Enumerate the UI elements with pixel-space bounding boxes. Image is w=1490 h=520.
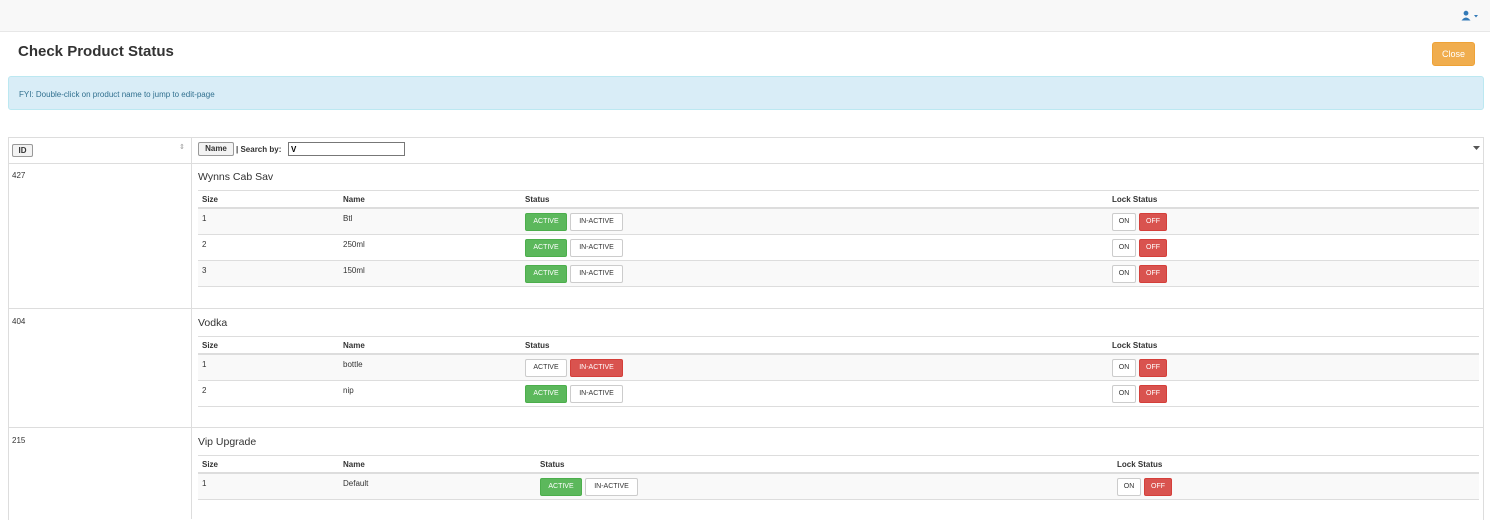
table-row: 2 nip ACTIVE IN-ACTIVE ON OFF xyxy=(198,381,1479,407)
product-id: 404 xyxy=(12,317,26,326)
active-button[interactable]: ACTIVE xyxy=(540,478,582,496)
active-button[interactable]: ACTIVE xyxy=(525,239,567,257)
size-value: 2 xyxy=(202,240,207,249)
size-name: Btl xyxy=(343,214,353,223)
size-name: 250ml xyxy=(343,240,365,249)
header-name: Name xyxy=(343,460,365,469)
product-id: 215 xyxy=(12,436,26,445)
header-status: Status xyxy=(540,460,565,469)
column-divider xyxy=(191,138,192,519)
inactive-button[interactable]: IN-ACTIVE xyxy=(585,478,638,496)
user-menu[interactable] xyxy=(1460,10,1484,22)
size-value: 1 xyxy=(202,360,207,369)
id-sort-button[interactable]: ID xyxy=(12,144,33,157)
size-subtable: Size Name Status Lock Status 1 Default A… xyxy=(198,455,1479,500)
subtable-header: Size Name Status Lock Status xyxy=(198,190,1479,209)
search-label: | Search by: xyxy=(236,145,282,154)
size-value: 2 xyxy=(202,386,207,395)
lock-on-button[interactable]: ON xyxy=(1117,478,1141,496)
header-size: Size xyxy=(202,195,219,204)
table-row: 2 250ml ACTIVE IN-ACTIVE ON OFF xyxy=(198,235,1479,261)
lock-on-button[interactable]: ON xyxy=(1112,265,1136,283)
inactive-button[interactable]: IN-ACTIVE xyxy=(570,239,623,257)
name-sort-button[interactable]: Name xyxy=(198,142,234,156)
subtable-header: Size Name Status Lock Status xyxy=(198,336,1479,355)
close-button[interactable]: Close xyxy=(1432,42,1475,66)
product-name[interactable]: Vip Upgrade xyxy=(198,436,256,448)
table-row: 1 Btl ACTIVE IN-ACTIVE ON OFF xyxy=(198,209,1479,235)
product-name[interactable]: Vodka xyxy=(198,317,227,329)
active-button[interactable]: ACTIVE xyxy=(525,385,567,403)
table-header-row: ID ⇕ Name | Search by: xyxy=(9,138,1483,164)
size-name: bottle xyxy=(343,360,363,369)
header-lock-status: Lock Status xyxy=(1112,341,1158,350)
subtable-header: Size Name Status Lock Status xyxy=(198,455,1479,474)
sort-icon[interactable]: ⇕ xyxy=(179,143,185,151)
row-divider xyxy=(9,427,1483,428)
inactive-button[interactable]: IN-ACTIVE xyxy=(570,265,623,283)
search-input[interactable] xyxy=(288,142,405,156)
active-button[interactable]: ACTIVE xyxy=(525,265,567,283)
table-row: 1 bottle ACTIVE IN-ACTIVE ON OFF xyxy=(198,355,1479,381)
size-subtable: Size Name Status Lock Status 1 Btl ACTIV… xyxy=(198,190,1479,287)
header-name: Name xyxy=(343,341,365,350)
active-button[interactable]: ACTIVE xyxy=(525,359,567,377)
info-text: FYI: Double-click on product name to jum… xyxy=(19,90,215,99)
size-subtable: Size Name Status Lock Status 1 bottle AC… xyxy=(198,336,1479,407)
top-navbar xyxy=(0,0,1490,32)
header-lock-status: Lock Status xyxy=(1112,195,1158,204)
lock-on-button[interactable]: ON xyxy=(1112,239,1136,257)
header-lock-status: Lock Status xyxy=(1117,460,1163,469)
table-row: 3 150ml ACTIVE IN-ACTIVE ON OFF xyxy=(198,261,1479,287)
header-status: Status xyxy=(525,195,550,204)
inactive-button[interactable]: IN-ACTIVE xyxy=(570,213,623,231)
lock-off-button[interactable]: OFF xyxy=(1139,385,1167,403)
header-status: Status xyxy=(525,341,550,350)
size-value: 1 xyxy=(202,479,207,488)
header-name: Name xyxy=(343,195,365,204)
chevron-down-icon[interactable] xyxy=(1473,146,1480,151)
lock-off-button[interactable]: OFF xyxy=(1139,213,1167,231)
lock-on-button[interactable]: ON xyxy=(1112,385,1136,403)
inactive-button[interactable]: IN-ACTIVE xyxy=(570,359,623,377)
row-divider xyxy=(9,308,1483,309)
product-id: 427 xyxy=(12,171,26,180)
lock-off-button[interactable]: OFF xyxy=(1139,359,1167,377)
caret-down-icon xyxy=(1474,15,1478,18)
lock-on-button[interactable]: ON xyxy=(1112,213,1136,231)
info-alert: FYI: Double-click on product name to jum… xyxy=(8,76,1484,110)
size-value: 3 xyxy=(202,266,207,275)
header-size: Size xyxy=(202,341,219,350)
table-row: 1 Default ACTIVE IN-ACTIVE ON OFF xyxy=(198,474,1479,500)
inactive-button[interactable]: IN-ACTIVE xyxy=(570,385,623,403)
active-button[interactable]: ACTIVE xyxy=(525,213,567,231)
size-name: Default xyxy=(343,479,369,488)
lock-off-button[interactable]: OFF xyxy=(1139,239,1167,257)
size-value: 1 xyxy=(202,214,207,223)
header-size: Size xyxy=(202,460,219,469)
product-name[interactable]: Wynns Cab Sav xyxy=(198,171,273,183)
product-status-table: ID ⇕ Name | Search by: 427 Wynns Cab Sav… xyxy=(8,137,1484,520)
page-title: Check Product Status xyxy=(18,43,174,60)
lock-on-button[interactable]: ON xyxy=(1112,359,1136,377)
lock-off-button[interactable]: OFF xyxy=(1144,478,1172,496)
size-name: nip xyxy=(343,386,354,395)
size-name: 150ml xyxy=(343,266,365,275)
user-icon xyxy=(1461,10,1478,21)
lock-off-button[interactable]: OFF xyxy=(1139,265,1167,283)
